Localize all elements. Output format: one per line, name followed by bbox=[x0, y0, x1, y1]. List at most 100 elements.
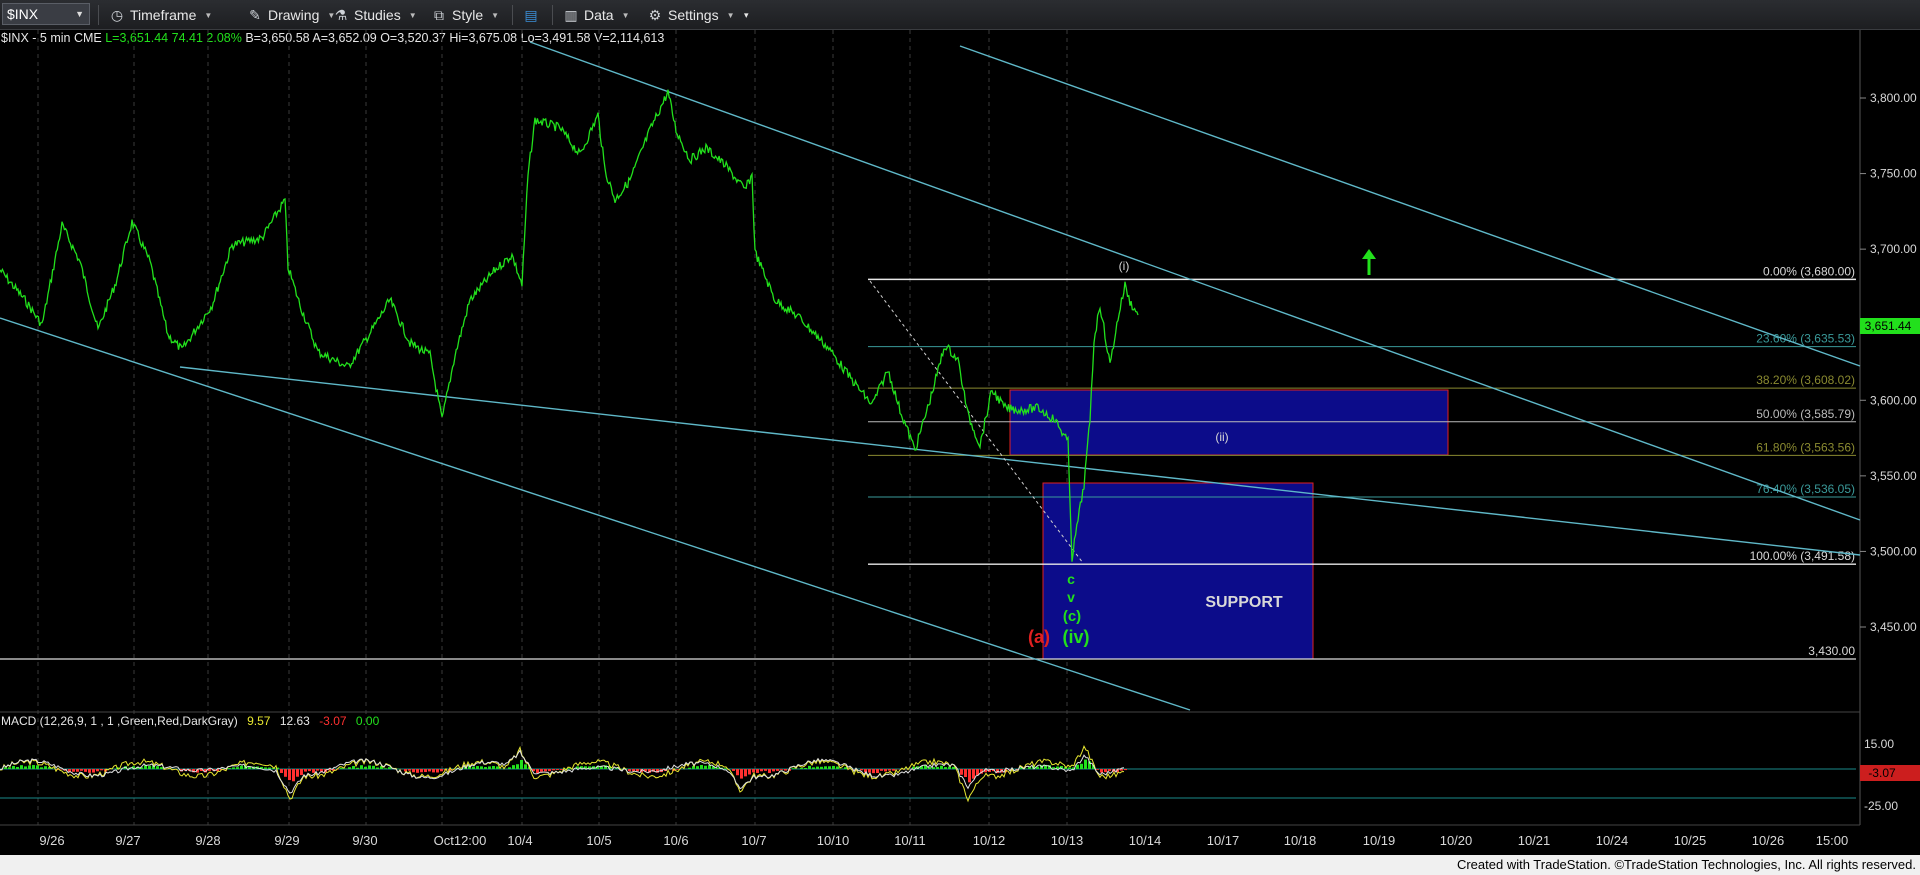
wave-c-small-label: c bbox=[1067, 571, 1075, 587]
date-tick-label: 9/27 bbox=[115, 833, 140, 848]
macd-hist-bar bbox=[280, 769, 283, 773]
macd-hist-bar bbox=[704, 765, 707, 769]
toolbar: $INX ▼ ◷ Timeframe ▼ ✎ Drawing ▼ ⚗ Studies ▼ ⧉… bbox=[0, 0, 1920, 30]
wave-i-label: (i) bbox=[1119, 259, 1130, 273]
price-tick-label: 3,600.00 bbox=[1870, 393, 1917, 407]
macd-hist-bar bbox=[416, 769, 419, 773]
toolbar-divider bbox=[552, 5, 553, 25]
macd-signal-value: 12.63 bbox=[280, 714, 310, 728]
macd-hist-bar bbox=[696, 766, 699, 769]
macd-hist-bar bbox=[480, 766, 483, 769]
toolbar-overflow-icon[interactable]: ▾ bbox=[744, 0, 749, 30]
macd-hist-bar bbox=[752, 769, 755, 773]
style-icon: ⧉ bbox=[434, 7, 444, 23]
wave-a-label: (a) bbox=[1028, 627, 1050, 647]
date-tick-label: 10/19 bbox=[1363, 833, 1396, 848]
date-tick-label: 10/5 bbox=[586, 833, 611, 848]
macd-hist-bar bbox=[948, 766, 951, 769]
macd-hist-bar bbox=[1080, 763, 1083, 769]
toolbar-divider bbox=[98, 5, 99, 25]
gear-icon: ⚙ bbox=[648, 7, 662, 23]
price-series bbox=[0, 89, 1139, 562]
macd-hist-bar bbox=[292, 769, 295, 782]
macd-hist-bar bbox=[836, 766, 839, 769]
macd-hist-bar bbox=[884, 769, 887, 772]
macd-hist-bar bbox=[4, 767, 7, 769]
fib-level-label: 38.20% (3,608.02) bbox=[1756, 373, 1855, 387]
data-menu[interactable]: ▥ Data ▼ bbox=[562, 0, 630, 30]
macd-hist-bar bbox=[832, 765, 835, 769]
macd-hist-bar bbox=[888, 769, 891, 771]
macd-hist-bar bbox=[340, 768, 343, 769]
macd-hist-bar bbox=[488, 766, 491, 769]
macd-tick-bottom: -25.00 bbox=[1864, 799, 1898, 813]
outer-channel-line[interactable] bbox=[959, 45, 1861, 367]
settings-menu[interactable]: ⚙ Settings ▼ bbox=[646, 0, 735, 30]
macd-hist-bar bbox=[628, 769, 631, 772]
macd-hist-bar bbox=[408, 769, 411, 771]
macd-hist-bar bbox=[800, 767, 803, 769]
date-tick-label: 9/29 bbox=[274, 833, 299, 848]
macd-hist-bar bbox=[432, 769, 435, 773]
macd-hist-bar bbox=[92, 769, 95, 773]
macd-hist-bar bbox=[80, 769, 83, 771]
macd-diff-value: -3.07 bbox=[319, 714, 347, 728]
macd-hist-bar bbox=[792, 768, 795, 769]
macd-hist-bar bbox=[376, 767, 379, 769]
price-tick-label: 3,750.00 bbox=[1870, 167, 1917, 181]
macd-hist-bar bbox=[820, 766, 823, 769]
macd-hist-bar bbox=[20, 765, 23, 769]
macd-hist-bar bbox=[440, 769, 443, 772]
date-axis[interactable]: 9/26 9/27 9/28 9/29 9/30 Oct12:00 10/4 10/5 10/6… bbox=[39, 833, 1848, 848]
layout-button[interactable]: ▤ bbox=[522, 0, 544, 30]
timeframe-menu[interactable]: ◷ Timeframe ▼ bbox=[108, 0, 212, 30]
price-axis[interactable]: 3,800.003,750.003,700.003,650.003,600.00… bbox=[1860, 91, 1917, 634]
macd-hist-bar bbox=[100, 769, 103, 771]
macd-hist-bar bbox=[760, 769, 763, 772]
wave-c-label: (c) bbox=[1063, 608, 1081, 625]
chevron-down-icon: ▼ bbox=[491, 11, 500, 21]
wave-ii-box[interactable] bbox=[1009, 389, 1449, 456]
macd-hist-bar bbox=[828, 766, 831, 769]
date-tick-label: 10/24 bbox=[1596, 833, 1629, 848]
symbol-text: $INX bbox=[7, 6, 39, 22]
macd-hist-bar bbox=[1124, 769, 1127, 771]
macd-tick-top: 15.00 bbox=[1864, 737, 1894, 751]
style-menu[interactable]: ⧉ Style ▼ bbox=[430, 0, 499, 30]
pencil-icon: ✎ bbox=[249, 7, 261, 23]
macd-hist-bar bbox=[8, 767, 11, 769]
macd-hist-bar bbox=[412, 769, 415, 773]
macd-hist-bar bbox=[264, 767, 267, 769]
macd-hist-bar bbox=[860, 769, 863, 771]
macd-hist-bar bbox=[16, 766, 19, 769]
date-tick-label: 10/12 bbox=[973, 833, 1006, 848]
macd-hist-bar bbox=[944, 767, 947, 769]
macd-hist-bar bbox=[368, 765, 371, 769]
channel-lines[interactable] bbox=[0, 41, 1861, 711]
macd-hist-bar bbox=[804, 767, 807, 769]
lower-channel-line[interactable] bbox=[0, 317, 1191, 711]
chart-canvas[interactable]: SUPPORT 0.00% (3,680.00)23.60% (3,635.53… bbox=[0, 30, 1920, 855]
date-tick-label: 10/20 bbox=[1440, 833, 1473, 848]
macd-hist-bar bbox=[312, 769, 315, 773]
macd-hist-bar bbox=[508, 767, 511, 769]
macd-hist-bar bbox=[936, 767, 939, 769]
studies-menu[interactable]: ⚗ Studies ▼ bbox=[332, 0, 417, 30]
macd-hist-bar bbox=[736, 769, 739, 776]
macd-hist-bar bbox=[236, 767, 239, 769]
macd-hist-bar bbox=[560, 769, 563, 770]
macd-hist-bar bbox=[780, 769, 783, 770]
price-tick-label: 3,800.00 bbox=[1870, 91, 1917, 105]
chevron-down-icon: ▼ bbox=[621, 11, 630, 21]
macd-hist-bar bbox=[1076, 764, 1079, 769]
macd-hist-bar bbox=[228, 768, 231, 769]
macd-hist-bar bbox=[772, 769, 775, 772]
macd-hist-bar bbox=[960, 769, 963, 775]
macd-hist-bar bbox=[96, 769, 99, 772]
macd-hist-bar bbox=[72, 769, 75, 772]
symbol-input[interactable]: $INX ▼ bbox=[2, 3, 90, 25]
macd-hist-bar bbox=[1104, 769, 1107, 773]
macd-hist-bar bbox=[348, 767, 351, 769]
chevron-down-icon[interactable]: ▼ bbox=[75, 4, 84, 24]
drawing-menu[interactable]: ✎ Drawing ▼ bbox=[246, 0, 335, 30]
